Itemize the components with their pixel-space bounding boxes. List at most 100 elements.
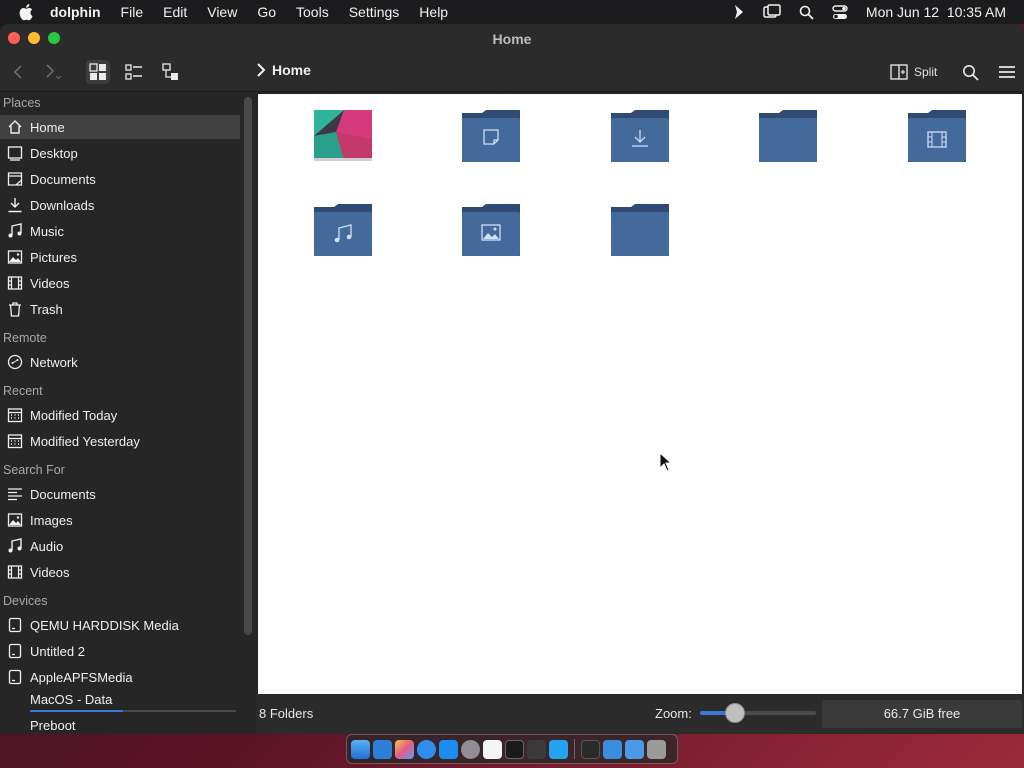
script-editor-icon[interactable] (527, 739, 546, 759)
sidebar-item-modified-today[interactable]: Modified Today (0, 403, 240, 427)
network-icon (7, 354, 23, 370)
app-store-icon[interactable] (439, 739, 458, 759)
trash-dock-icon[interactable] (647, 739, 666, 759)
sidebar-item-home[interactable]: Home (0, 115, 240, 139)
sidebar-item-label: Images (30, 512, 73, 528)
launchpad-icon[interactable] (395, 739, 414, 759)
sidebar-scrollbar[interactable] (244, 97, 252, 635)
section-recent: Recent (3, 384, 43, 398)
menu-edit[interactable]: Edit (163, 4, 187, 20)
safari-icon[interactable] (417, 739, 436, 759)
clock[interactable]: Mon Jun 12 10:35 AM (866, 4, 1006, 20)
sidebar-item-desktop[interactable]: Desktop (0, 141, 240, 165)
sidebar-item-music[interactable]: Music (0, 219, 240, 243)
downloads-folder-icon[interactable] (611, 110, 669, 162)
sidebar-item-label: Desktop (30, 145, 78, 161)
sidebar-item-label: Downloads (30, 197, 95, 213)
sidebar-item-trash[interactable]: Trash (0, 297, 240, 321)
sidebar-item-documents[interactable]: Documents (0, 167, 240, 191)
device-usage-fill (30, 710, 123, 712)
textedit-icon[interactable] (483, 739, 502, 759)
pictures-icon (7, 249, 23, 265)
window-title: Home (492, 31, 532, 47)
menu-settings[interactable]: Settings (349, 4, 400, 20)
control-center-icon[interactable] (832, 4, 848, 20)
sidebar-item-search-videos[interactable]: Videos (0, 560, 240, 584)
dock (346, 734, 678, 764)
title-bar[interactable]: Home (0, 24, 1024, 52)
sidebar-item-network[interactable]: Network (0, 350, 240, 374)
split-button[interactable]: Split (890, 61, 937, 83)
dolphin-window: Home Home Split Places Home Desktop Docu… (0, 24, 1024, 734)
desktop-wallpaper-icon[interactable] (314, 110, 372, 162)
sidebar-item-search-images[interactable]: Images (0, 508, 240, 532)
finder-icon[interactable] (351, 739, 370, 759)
forward-button[interactable] (40, 60, 64, 84)
music-icon (7, 538, 23, 554)
menu-tools[interactable]: Tools (296, 4, 329, 20)
search-button[interactable] (958, 60, 982, 84)
sidebar-item-search-documents[interactable]: Documents (0, 482, 240, 506)
activity-monitor-icon[interactable] (581, 739, 600, 759)
drive-icon (7, 643, 23, 659)
sidebar-item-search-audio[interactable]: Audio (0, 534, 240, 558)
back-button[interactable] (6, 60, 30, 84)
music-icon (7, 223, 23, 239)
downloads-stack-icon[interactable] (625, 739, 644, 759)
tree-view-icon (162, 63, 178, 80)
folder-icon[interactable] (611, 204, 669, 256)
zoom-slider-handle[interactable] (724, 703, 745, 723)
sidebar-item-videos[interactable]: Videos (0, 271, 240, 295)
terminal-icon[interactable] (505, 739, 524, 759)
sidebar-item-label: Preboot (30, 717, 76, 733)
music-folder-icon[interactable] (314, 204, 372, 256)
app-menu-dolphin[interactable]: dolphin (50, 4, 101, 20)
details-view-button[interactable] (159, 60, 183, 84)
videos-folder-icon[interactable] (908, 110, 966, 162)
sidebar-item-downloads[interactable]: Downloads (0, 193, 240, 217)
breadcrumb-home[interactable]: Home (272, 62, 311, 78)
chevron-right-icon[interactable] (733, 4, 745, 20)
system-settings-icon[interactable] (461, 739, 480, 759)
sidebar-item-appleapfsmedia[interactable]: AppleAPFSMedia (0, 665, 240, 689)
folder-count: 8 Folders (259, 706, 314, 721)
grid-view-icon (89, 63, 106, 80)
sidebar-item-label: Documents (30, 171, 96, 187)
home-icon (7, 119, 23, 135)
compact-view-button[interactable] (122, 60, 146, 84)
screen-mirroring-icon[interactable] (763, 4, 781, 20)
menu-view[interactable]: View (207, 4, 237, 20)
sidebar-item-qemu-harddisk[interactable]: QEMU HARDDISK Media (0, 613, 240, 637)
sidebar-item-modified-yesterday[interactable]: Modified Yesterday (0, 429, 240, 453)
section-devices: Devices (3, 594, 48, 608)
dolphin-file-manager-icon[interactable] (373, 739, 392, 759)
hamburger-menu-button[interactable] (995, 60, 1019, 84)
pictures-folder-icon[interactable] (462, 204, 520, 256)
icons-view-button[interactable] (86, 60, 110, 84)
menu-file[interactable]: File (121, 4, 144, 20)
sidebar-item-label: Videos (30, 275, 70, 291)
desktop-icon (7, 145, 23, 161)
sidebar-item-pictures[interactable]: Pictures (0, 245, 240, 269)
sidebar-item-preboot[interactable]: Preboot (0, 715, 240, 734)
file-view[interactable] (258, 94, 1022, 694)
folder-icon[interactable] (759, 110, 817, 162)
free-space-indicator[interactable]: 66.7 GiB free (822, 700, 1022, 728)
documents-folder-icon[interactable] (462, 110, 520, 162)
folder-stack-icon[interactable] (603, 739, 622, 759)
sidebar-item-untitled-2[interactable]: Untitled 2 (0, 639, 240, 663)
spotlight-search-icon[interactable] (799, 5, 814, 20)
drive-icon (7, 669, 23, 685)
zoom-slider[interactable] (700, 703, 816, 723)
breadcrumb[interactable]: Home (256, 62, 311, 78)
image-icon (7, 512, 23, 528)
sidebar-item-macos-data[interactable]: MacOS - Data (0, 689, 240, 709)
calendar-icon (7, 407, 23, 423)
sidebar-item-label: Videos (30, 564, 70, 580)
menu-go[interactable]: Go (257, 4, 276, 20)
apple-icon[interactable] (18, 3, 36, 21)
menu-help[interactable]: Help (419, 4, 448, 20)
vscode-icon[interactable] (549, 739, 568, 759)
sidebar-item-label: Documents (30, 486, 96, 502)
sidebar-item-label: Music (30, 223, 64, 239)
